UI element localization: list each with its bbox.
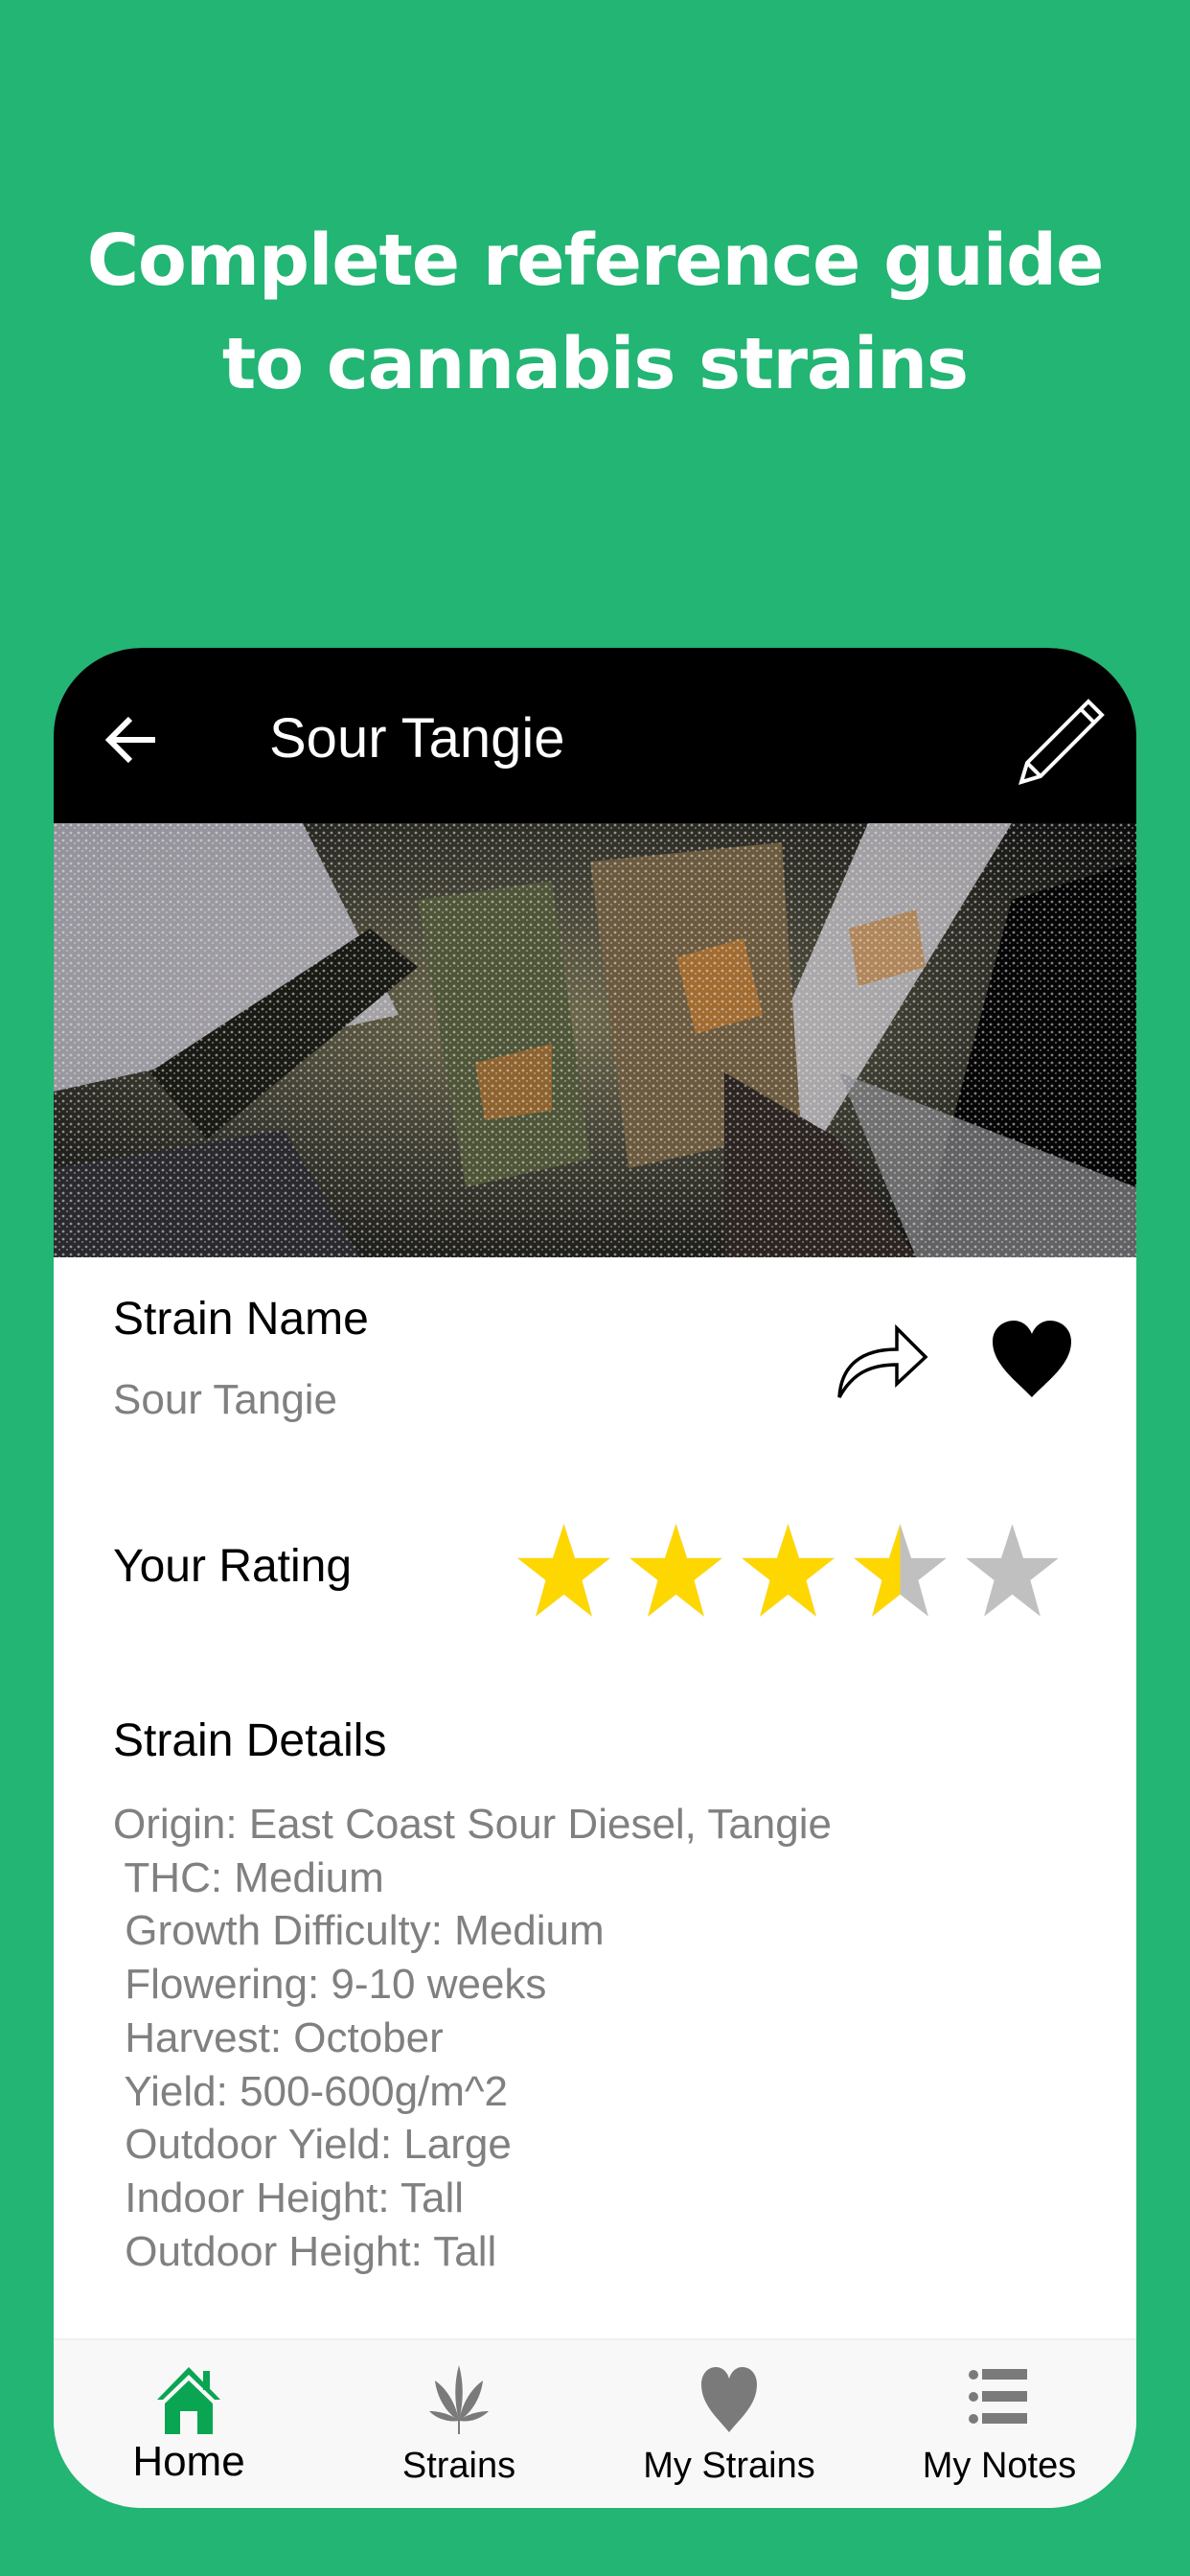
strain-detail-line: Origin: East Coast Sour Diesel, Tangie [113,1801,832,1848]
list-icon [969,2369,1027,2424]
rating-label: Your Rating [113,1541,353,1592]
nav-tab-home-label: Home [132,2438,245,2485]
strain-detail-line: Outdoor Yield: Large [113,2121,512,2169]
strain-name-value: Sour Tangie [113,1376,338,1423]
back-button[interactable] [103,711,161,769]
strain-detail-line: Flowering: 9-10 weeks [113,1961,547,2009]
nav-tab-my-notes-label: My Notes [922,2446,1077,2486]
nav-tab-my-notes[interactable]: My Notes [864,2340,1134,2508]
strain-details-list: Origin: East Coast Sour Diesel, Tangie T… [113,1798,832,2278]
app-bar: Sour Tangie [54,648,1136,823]
rating-star-2[interactable] [626,1520,726,1621]
promo-headline-line-2: to cannabis strains [221,323,969,405]
pencil-icon [1018,699,1105,785]
rating-star-3[interactable] [738,1520,838,1621]
strain-detail-line: Outdoor Height: Tall [113,2227,497,2275]
phone-screen-card: Sour Tangie Strain Name Sour Tangie Your… [54,648,1136,2508]
star-filled-shape [629,1524,722,1617]
strain-detail-line: Growth Difficulty: Medium [113,1907,605,1955]
star-filled-shape [517,1524,610,1617]
strain-photo-image [54,823,1136,1257]
star-empty-shape [966,1524,1059,1617]
strain-detail-line: Indoor Height: Tall [113,2174,465,2221]
arrow-left-icon [104,716,155,764]
strain-detail-line: Harvest: October [113,2013,444,2061]
promo-headline-line-1: Complete reference guide [86,219,1105,302]
rating-star-1[interactable] [514,1520,614,1621]
promo-headline: Complete reference guide to cannabis str… [0,209,1190,416]
rating-stars[interactable] [514,1520,1063,1625]
nav-tab-strains-label: Strains [401,2446,516,2486]
strain-detail-line: Yield: 500-600g/m^2 [113,2067,509,2115]
nav-tab-my-strains[interactable]: My Strains [594,2340,864,2508]
edit-button[interactable] [1014,696,1106,788]
cannabis-leaf-icon [429,2365,489,2434]
strain-detail-line: THC: Medium [113,1853,384,1901]
rating-star-5[interactable] [962,1520,1063,1621]
page-title: Sour Tangie [269,707,565,770]
star-filled-shape [742,1524,835,1617]
home-icon [157,2367,220,2434]
star-filled-shape [854,1524,901,1617]
nav-tab-home[interactable]: Home [54,2340,324,2508]
strain-name-label: Strain Name [113,1294,369,1345]
share-button[interactable] [834,1317,929,1403]
share-icon [837,1323,928,1398]
nav-tab-my-strains-label: My Strains [643,2446,815,2486]
heart-icon [993,1321,1071,1397]
rating-star-4[interactable] [850,1520,950,1621]
details-heading: Strain Details [113,1715,387,1766]
strain-photo [54,823,1136,1257]
heart-icon [701,2367,757,2432]
favorite-button[interactable] [989,1319,1075,1399]
bottom-nav: Home Strains My Strains My Notes [54,2338,1136,2508]
nav-tab-strains[interactable]: Strains [324,2340,594,2508]
